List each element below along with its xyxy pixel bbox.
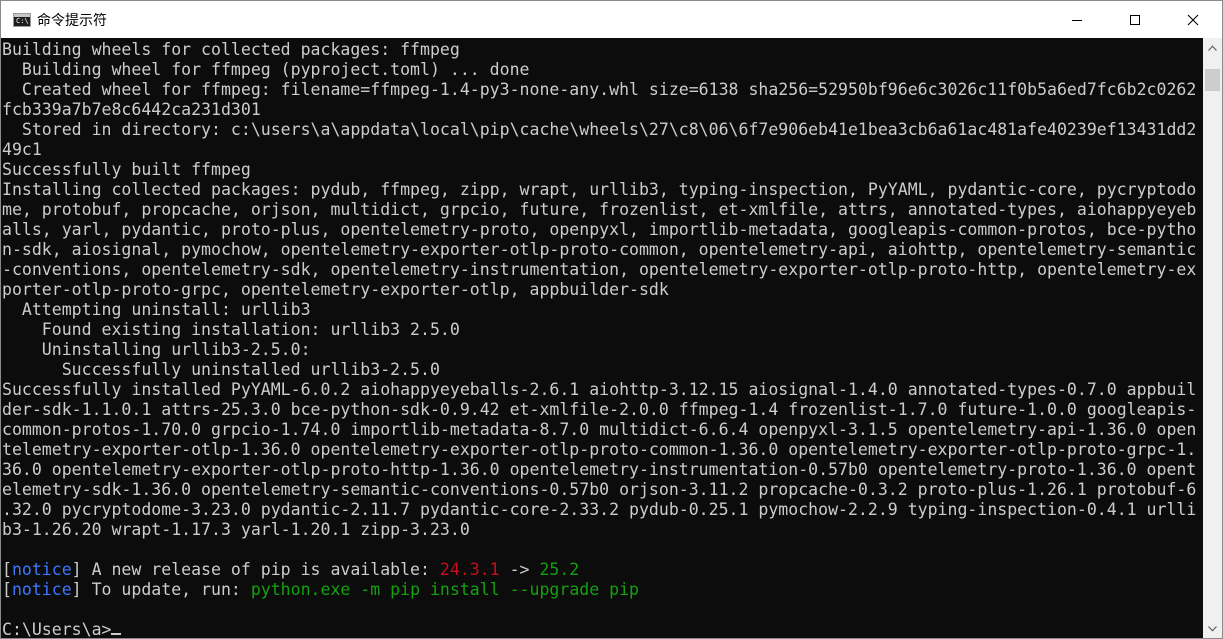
console-text: [ bbox=[2, 580, 12, 599]
maximize-icon bbox=[1130, 14, 1140, 25]
console-text: b3-1.26.20 wrapt-1.17.3 yarl-1.20.1 zipp… bbox=[2, 520, 470, 539]
console-text: Attempting uninstall: urllib3 bbox=[2, 300, 311, 319]
console-line: common-protos-1.70.0 grpcio-1.74.0 impor… bbox=[2, 420, 1196, 440]
minimize-button[interactable] bbox=[1048, 1, 1106, 38]
console-text: telemetry-exporter-otlp-1.36.0 opentelem… bbox=[2, 440, 1197, 459]
close-button[interactable] bbox=[1164, 1, 1222, 38]
vertical-scrollbar[interactable] bbox=[1203, 38, 1222, 638]
console-line: .32.0 pycryptodome-3.23.0 pydantic-2.11.… bbox=[2, 500, 1196, 520]
console-text: me, protobuf, propcache, orjson, multidi… bbox=[2, 200, 1197, 219]
console-line: der-sdk-1.1.0.1 attrs-25.3.0 bce-python-… bbox=[2, 400, 1196, 420]
console-text: Stored in directory: c:\users\a\appdata\… bbox=[2, 120, 1197, 139]
console-line: 36.0 opentelemetry-exporter-otlp-proto-h… bbox=[2, 460, 1196, 480]
console-text: ] To update, run: bbox=[71, 580, 251, 599]
notice-tag: notice bbox=[11, 560, 72, 579]
console-line: fcb339a7b7e8c6442ca231d301 bbox=[2, 100, 261, 120]
console-line: Attempting uninstall: urllib3 bbox=[2, 300, 311, 320]
notice-tag: notice bbox=[11, 580, 72, 599]
console-text: python.exe -m pip install --upgrade pip bbox=[250, 580, 639, 599]
console-text: Successfully uninstalled urllib3-2.5.0 bbox=[2, 360, 440, 379]
console-text: 49c1 bbox=[2, 140, 42, 159]
console-line: b3-1.26.20 wrapt-1.17.3 yarl-1.20.1 zipp… bbox=[2, 520, 470, 540]
title-bar[interactable]: C:\ 命令提示符 bbox=[1, 1, 1222, 38]
console-line: porter-otlp-proto-grpc, opentelemetry-ex… bbox=[2, 280, 669, 300]
close-icon bbox=[1187, 14, 1199, 25]
console-text: elemetry-sdk-1.36.0 opentelemetry-semant… bbox=[2, 480, 1197, 499]
console-text: Successfully built ffmpeg bbox=[2, 160, 251, 179]
console-line: n-sdk, aiosignal, pymochow, opentelemetr… bbox=[2, 240, 1196, 260]
scroll-down-arrow[interactable] bbox=[1203, 620, 1222, 637]
console-text: [ bbox=[2, 560, 12, 579]
console-text: Successfully installed PyYAML-6.0.2 aioh… bbox=[2, 380, 1197, 399]
console-text: C:\Users\a> bbox=[2, 620, 112, 638]
console-line: me, protobuf, propcache, orjson, multidi… bbox=[2, 200, 1196, 220]
chevron-down-icon bbox=[1208, 625, 1217, 632]
console-text: Found existing installation: urllib3 2.5… bbox=[2, 320, 460, 339]
console-text: der-sdk-1.1.0.1 attrs-25.3.0 bce-python-… bbox=[2, 400, 1197, 419]
console-text: alls, yarl, pydantic, proto-plus, opente… bbox=[2, 220, 1197, 239]
console-line: 49c1 bbox=[2, 140, 42, 160]
console-text: Building wheel for ffmpeg (pyproject.tom… bbox=[2, 60, 530, 79]
console-line: alls, yarl, pydantic, proto-plus, opente… bbox=[2, 220, 1196, 240]
console-line: telemetry-exporter-otlp-1.36.0 opentelem… bbox=[2, 440, 1196, 460]
console-text: n-sdk, aiosignal, pymochow, opentelemetr… bbox=[2, 240, 1197, 259]
console-text: .32.0 pycryptodome-3.23.0 pydantic-2.11.… bbox=[2, 500, 1197, 519]
cmd-window: C:\ 命令提示符 Building wheels for collected … bbox=[0, 0, 1223, 639]
console-line: Found existing installation: urllib3 2.5… bbox=[2, 320, 460, 340]
console-output[interactable]: Building wheels for collected packages: … bbox=[1, 38, 1203, 638]
console-text: -conventions, opentelemetry-sdk, opentel… bbox=[2, 260, 1197, 279]
console-line: Successfully built ffmpeg bbox=[2, 160, 251, 180]
console-text: 25.2 bbox=[539, 560, 580, 579]
scroll-up-arrow[interactable] bbox=[1203, 39, 1222, 56]
minimize-icon bbox=[1072, 19, 1082, 21]
console-text: porter-otlp-proto-grpc, opentelemetry-ex… bbox=[2, 280, 669, 299]
console-line: [notice] To update, run: python.exe -m p… bbox=[2, 580, 639, 600]
console-line: Stored in directory: c:\users\a\appdata\… bbox=[2, 120, 1196, 140]
text-cursor bbox=[111, 633, 122, 635]
maximize-button[interactable] bbox=[1106, 1, 1164, 38]
console-line: -conventions, opentelemetry-sdk, opentel… bbox=[2, 260, 1196, 280]
window-controls bbox=[1048, 1, 1222, 38]
console-text: Uninstalling urllib3-2.5.0: bbox=[2, 340, 311, 359]
window-title: 命令提示符 bbox=[37, 12, 107, 29]
console-line: Uninstalling urllib3-2.5.0: bbox=[2, 340, 311, 360]
chevron-up-icon bbox=[1208, 44, 1217, 51]
console-line: Created wheel for ffmpeg: filename=ffmpe… bbox=[2, 80, 1196, 100]
console-line: C:\Users\a> bbox=[2, 620, 122, 638]
console-line: elemetry-sdk-1.36.0 opentelemetry-semant… bbox=[2, 480, 1196, 500]
cmd-app-icon-label: C:\ bbox=[16, 16, 29, 25]
console-text: -> bbox=[499, 560, 540, 579]
cmd-app-icon[interactable]: C:\ bbox=[13, 12, 31, 27]
console-text: ] A new release of pip is available: bbox=[71, 560, 440, 579]
console-text: Building wheels for collected packages: … bbox=[2, 40, 460, 59]
console-line: Successfully installed PyYAML-6.0.2 aioh… bbox=[2, 380, 1196, 400]
console-line: Building wheel for ffmpeg (pyproject.tom… bbox=[2, 60, 530, 80]
console-line: Building wheels for collected packages: … bbox=[2, 40, 460, 60]
scrollbar-thumb[interactable] bbox=[1205, 69, 1220, 91]
console-line: Successfully uninstalled urllib3-2.5.0 bbox=[2, 360, 440, 380]
console-text: Created wheel for ffmpeg: filename=ffmpe… bbox=[2, 80, 1197, 99]
console-text: 24.3.1 bbox=[439, 560, 500, 579]
console-line: [notice] A new release of pip is availab… bbox=[2, 560, 579, 580]
console-line: Installing collected packages: pydub, ff… bbox=[2, 180, 1196, 200]
console-text: Installing collected packages: pydub, ff… bbox=[2, 180, 1197, 199]
console-text: common-protos-1.70.0 grpcio-1.74.0 impor… bbox=[2, 420, 1197, 439]
console-text: fcb339a7b7e8c6442ca231d301 bbox=[2, 100, 261, 119]
console-text: 36.0 opentelemetry-exporter-otlp-proto-h… bbox=[2, 460, 1197, 479]
